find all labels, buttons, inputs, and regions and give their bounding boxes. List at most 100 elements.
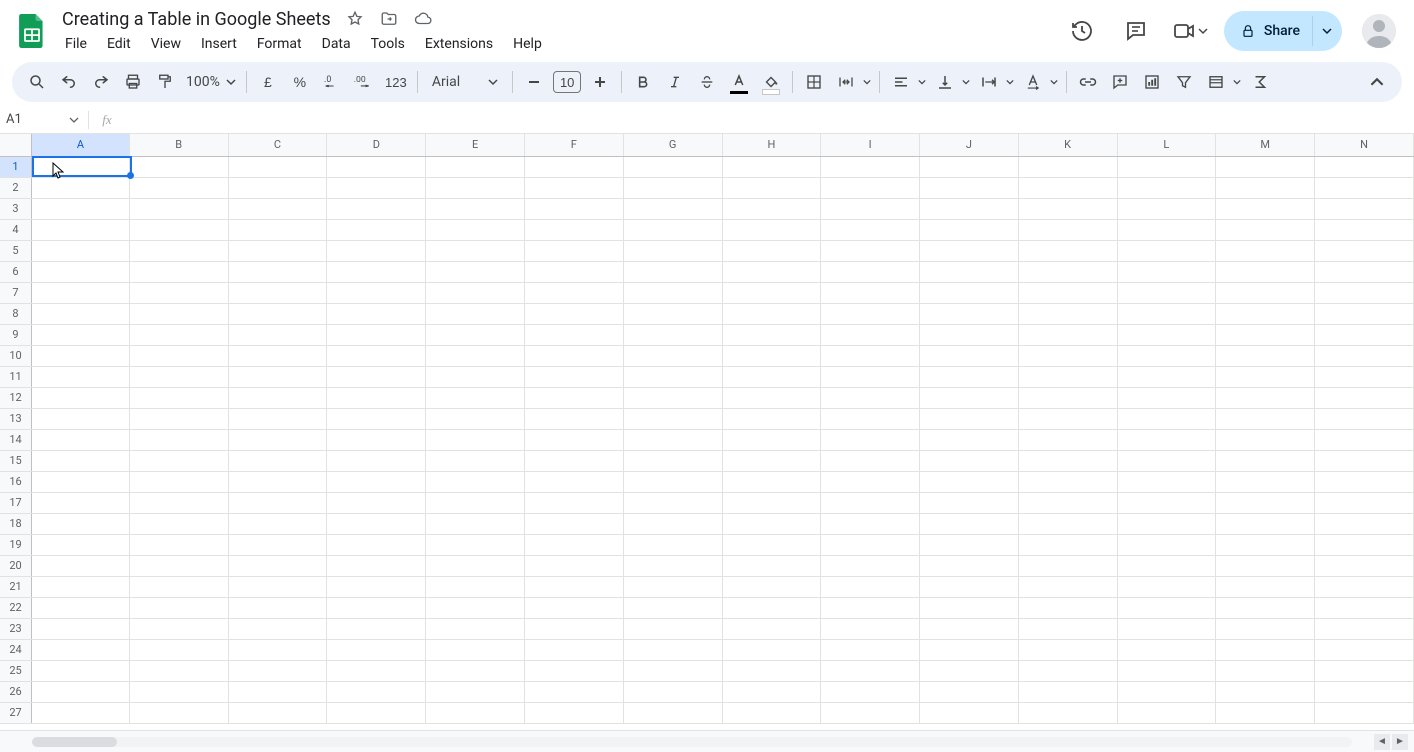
format-percent-button[interactable]: % — [285, 67, 315, 97]
insert-comment-button[interactable] — [1105, 67, 1135, 97]
cell[interactable] — [228, 345, 327, 366]
cell[interactable] — [1117, 282, 1216, 303]
cell[interactable] — [1216, 345, 1315, 366]
cell[interactable] — [129, 492, 228, 513]
cell[interactable] — [1117, 303, 1216, 324]
cell[interactable] — [1117, 156, 1216, 177]
cell[interactable] — [821, 534, 920, 555]
cell[interactable] — [1018, 408, 1117, 429]
horizontal-align-button[interactable] — [886, 67, 928, 97]
cell[interactable] — [32, 156, 130, 177]
cell[interactable] — [426, 282, 525, 303]
cell[interactable] — [32, 471, 130, 492]
cell[interactable] — [919, 534, 1018, 555]
cell[interactable] — [228, 618, 327, 639]
cell[interactable] — [722, 429, 821, 450]
cell[interactable] — [623, 408, 722, 429]
cell[interactable] — [32, 450, 130, 471]
cell[interactable] — [228, 513, 327, 534]
row-header[interactable]: 6 — [0, 261, 32, 282]
cell[interactable] — [722, 597, 821, 618]
cell[interactable] — [228, 156, 327, 177]
cell[interactable] — [919, 639, 1018, 660]
cell[interactable] — [129, 345, 228, 366]
cell[interactable] — [1315, 303, 1414, 324]
row-header[interactable]: 19 — [0, 534, 32, 555]
cell[interactable] — [1315, 198, 1414, 219]
cell[interactable] — [1315, 240, 1414, 261]
filter-button[interactable] — [1169, 67, 1199, 97]
cell[interactable] — [1315, 681, 1414, 702]
cell[interactable] — [623, 555, 722, 576]
cell[interactable] — [821, 681, 920, 702]
cell[interactable] — [524, 639, 623, 660]
cell[interactable] — [32, 618, 130, 639]
cell[interactable] — [327, 597, 426, 618]
cell[interactable] — [821, 555, 920, 576]
cell[interactable] — [722, 513, 821, 534]
cell[interactable] — [919, 387, 1018, 408]
cell[interactable] — [821, 366, 920, 387]
cell[interactable] — [426, 303, 525, 324]
cell[interactable] — [1216, 366, 1315, 387]
cell[interactable] — [1018, 513, 1117, 534]
cell[interactable] — [722, 450, 821, 471]
row-header[interactable]: 25 — [0, 660, 32, 681]
cell[interactable] — [821, 156, 920, 177]
cell[interactable] — [129, 534, 228, 555]
cell[interactable] — [129, 282, 228, 303]
cell[interactable] — [623, 345, 722, 366]
cell[interactable] — [32, 303, 130, 324]
name-box[interactable]: A1 — [0, 112, 64, 127]
cell[interactable] — [623, 471, 722, 492]
cell[interactable] — [1315, 660, 1414, 681]
cell[interactable] — [524, 324, 623, 345]
cell[interactable] — [228, 324, 327, 345]
cell[interactable] — [1315, 471, 1414, 492]
cell[interactable] — [327, 492, 426, 513]
cell[interactable] — [722, 282, 821, 303]
cell[interactable] — [722, 576, 821, 597]
cell[interactable] — [1216, 177, 1315, 198]
cell[interactable] — [426, 261, 525, 282]
move-to-folder-icon[interactable] — [377, 7, 401, 31]
cell[interactable] — [722, 471, 821, 492]
cell[interactable] — [1018, 471, 1117, 492]
menu-edit[interactable]: Edit — [98, 32, 140, 56]
cell[interactable] — [919, 513, 1018, 534]
cell[interactable] — [524, 471, 623, 492]
cell[interactable] — [129, 618, 228, 639]
cell[interactable] — [1216, 282, 1315, 303]
formula-input[interactable] — [121, 110, 1414, 129]
fill-color-button[interactable] — [756, 67, 786, 97]
account-avatar[interactable] — [1362, 14, 1396, 48]
row-header[interactable]: 14 — [0, 429, 32, 450]
merge-cells-button[interactable] — [831, 67, 873, 97]
cell[interactable] — [32, 534, 130, 555]
cell[interactable] — [1315, 429, 1414, 450]
cell[interactable] — [623, 303, 722, 324]
cell[interactable] — [1117, 534, 1216, 555]
cell[interactable] — [426, 429, 525, 450]
cell[interactable] — [821, 660, 920, 681]
cell[interactable] — [1216, 513, 1315, 534]
cell[interactable] — [228, 261, 327, 282]
row-header[interactable]: 27 — [0, 702, 32, 723]
cell[interactable] — [327, 660, 426, 681]
cell[interactable] — [327, 198, 426, 219]
horizontal-scroll-thumb[interactable] — [32, 737, 117, 747]
cell[interactable] — [327, 471, 426, 492]
cell[interactable] — [129, 513, 228, 534]
column-header[interactable]: A — [32, 134, 130, 156]
cell[interactable] — [821, 324, 920, 345]
cell[interactable] — [426, 450, 525, 471]
cell[interactable] — [1018, 177, 1117, 198]
cell[interactable] — [524, 429, 623, 450]
cell[interactable] — [426, 534, 525, 555]
cell[interactable] — [524, 513, 623, 534]
share-dropdown-icon[interactable] — [1312, 16, 1336, 46]
cell[interactable] — [919, 366, 1018, 387]
cell[interactable] — [129, 660, 228, 681]
cell[interactable] — [32, 513, 130, 534]
row-header[interactable]: 16 — [0, 471, 32, 492]
